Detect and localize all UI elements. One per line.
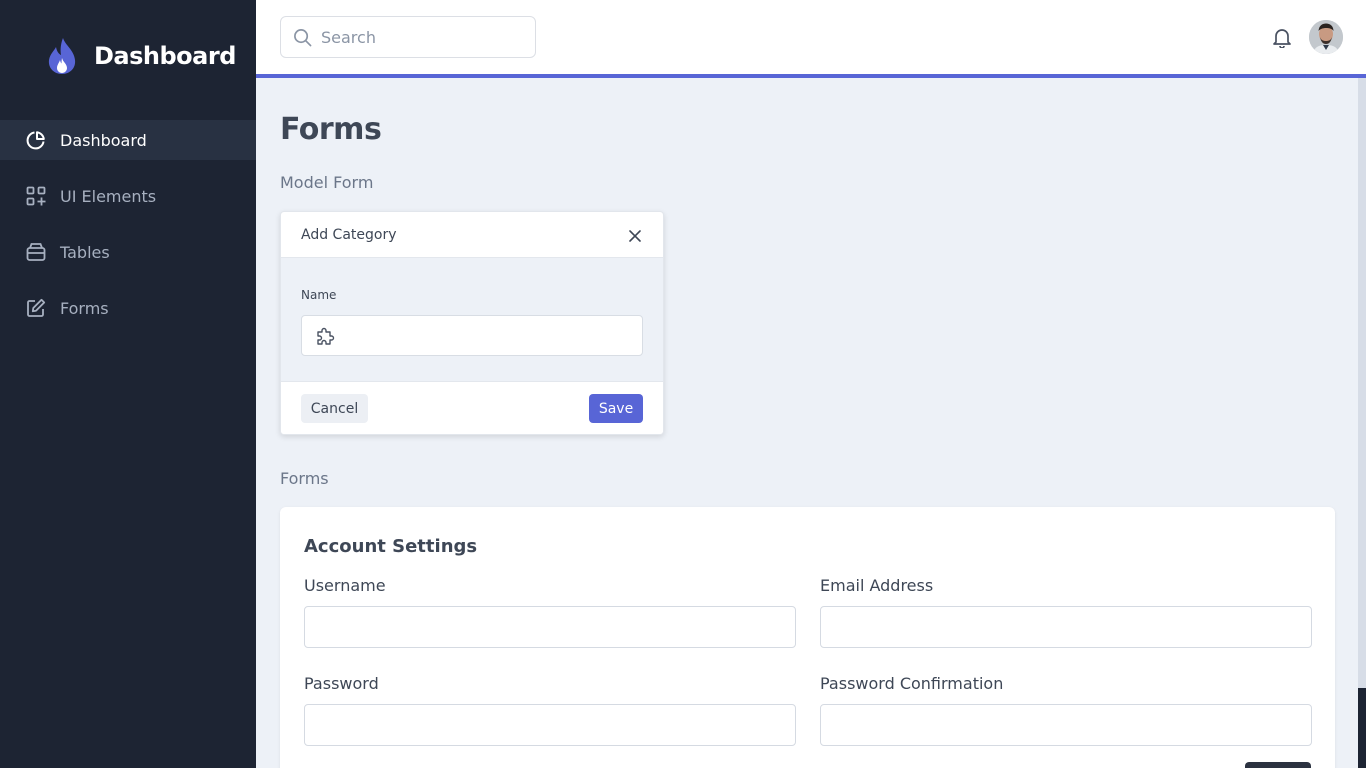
edit-icon [27, 298, 46, 317]
sidebar-item-label: Tables [60, 242, 110, 262]
grid-plus-icon [26, 186, 46, 206]
sidebar-item-label: UI Elements [60, 186, 157, 206]
close-icon[interactable] [627, 228, 643, 244]
sidebar-item-ui-elements[interactable]: UI Elements [0, 176, 256, 216]
sidebar-item-label: Forms [60, 298, 109, 318]
page-title: Forms [280, 112, 382, 147]
add-category-modal: Add Category Name Cancel Save [280, 211, 664, 435]
search-input[interactable] [321, 17, 526, 57]
scrollbar-thumb[interactable] [1358, 688, 1366, 768]
sidebar-item-forms[interactable]: Forms [0, 288, 256, 328]
search-icon [294, 29, 312, 47]
modal-header: Add Category [281, 212, 663, 258]
model-form-section-label: Model Form [280, 173, 374, 192]
sidebar-nav: Dashboard UI Elements Tables Forms [0, 120, 256, 344]
puzzle-icon [317, 327, 335, 345]
flame-logo-icon [48, 38, 76, 74]
brand[interactable]: Dashboard [46, 36, 236, 76]
search-box [280, 16, 536, 58]
submit-button[interactable] [1245, 762, 1311, 768]
username-label: Username [304, 576, 386, 595]
sidebar: Dashboard Dashboard UI Elements Tables F… [0, 0, 256, 768]
bell-icon[interactable] [1271, 26, 1293, 48]
username-input[interactable] [304, 606, 796, 648]
forms-section-label: Forms [280, 469, 329, 488]
password-input[interactable] [304, 704, 796, 746]
email-input[interactable] [820, 606, 1312, 648]
cancel-button[interactable]: Cancel [301, 394, 368, 423]
modal-title: Add Category [301, 227, 397, 243]
modal-body: Name [281, 258, 663, 381]
card-title: Account Settings [304, 536, 478, 557]
sidebar-item-tables[interactable]: Tables [0, 232, 256, 272]
avatar[interactable] [1309, 20, 1343, 54]
password-label: Password [304, 674, 379, 693]
archive-icon [26, 243, 46, 261]
pie-chart-icon [26, 131, 45, 150]
scrollbar-track[interactable] [1358, 78, 1366, 768]
top-header [256, 0, 1366, 78]
password-confirmation-input[interactable] [820, 704, 1312, 746]
brand-title: Dashboard [94, 42, 236, 70]
sidebar-item-label: Dashboard [60, 130, 147, 150]
password-confirmation-label: Password Confirmation [820, 674, 1004, 693]
email-label: Email Address [820, 576, 934, 595]
modal-footer: Cancel Save [281, 381, 663, 434]
name-input[interactable] [346, 316, 636, 355]
user-avatar-icon [1309, 20, 1343, 54]
name-field[interactable] [301, 315, 643, 356]
account-settings-card: Account Settings Username Email Address … [280, 507, 1335, 768]
sidebar-item-dashboard[interactable]: Dashboard [0, 120, 256, 160]
name-label: Name [301, 288, 337, 302]
save-button[interactable]: Save [589, 394, 643, 423]
